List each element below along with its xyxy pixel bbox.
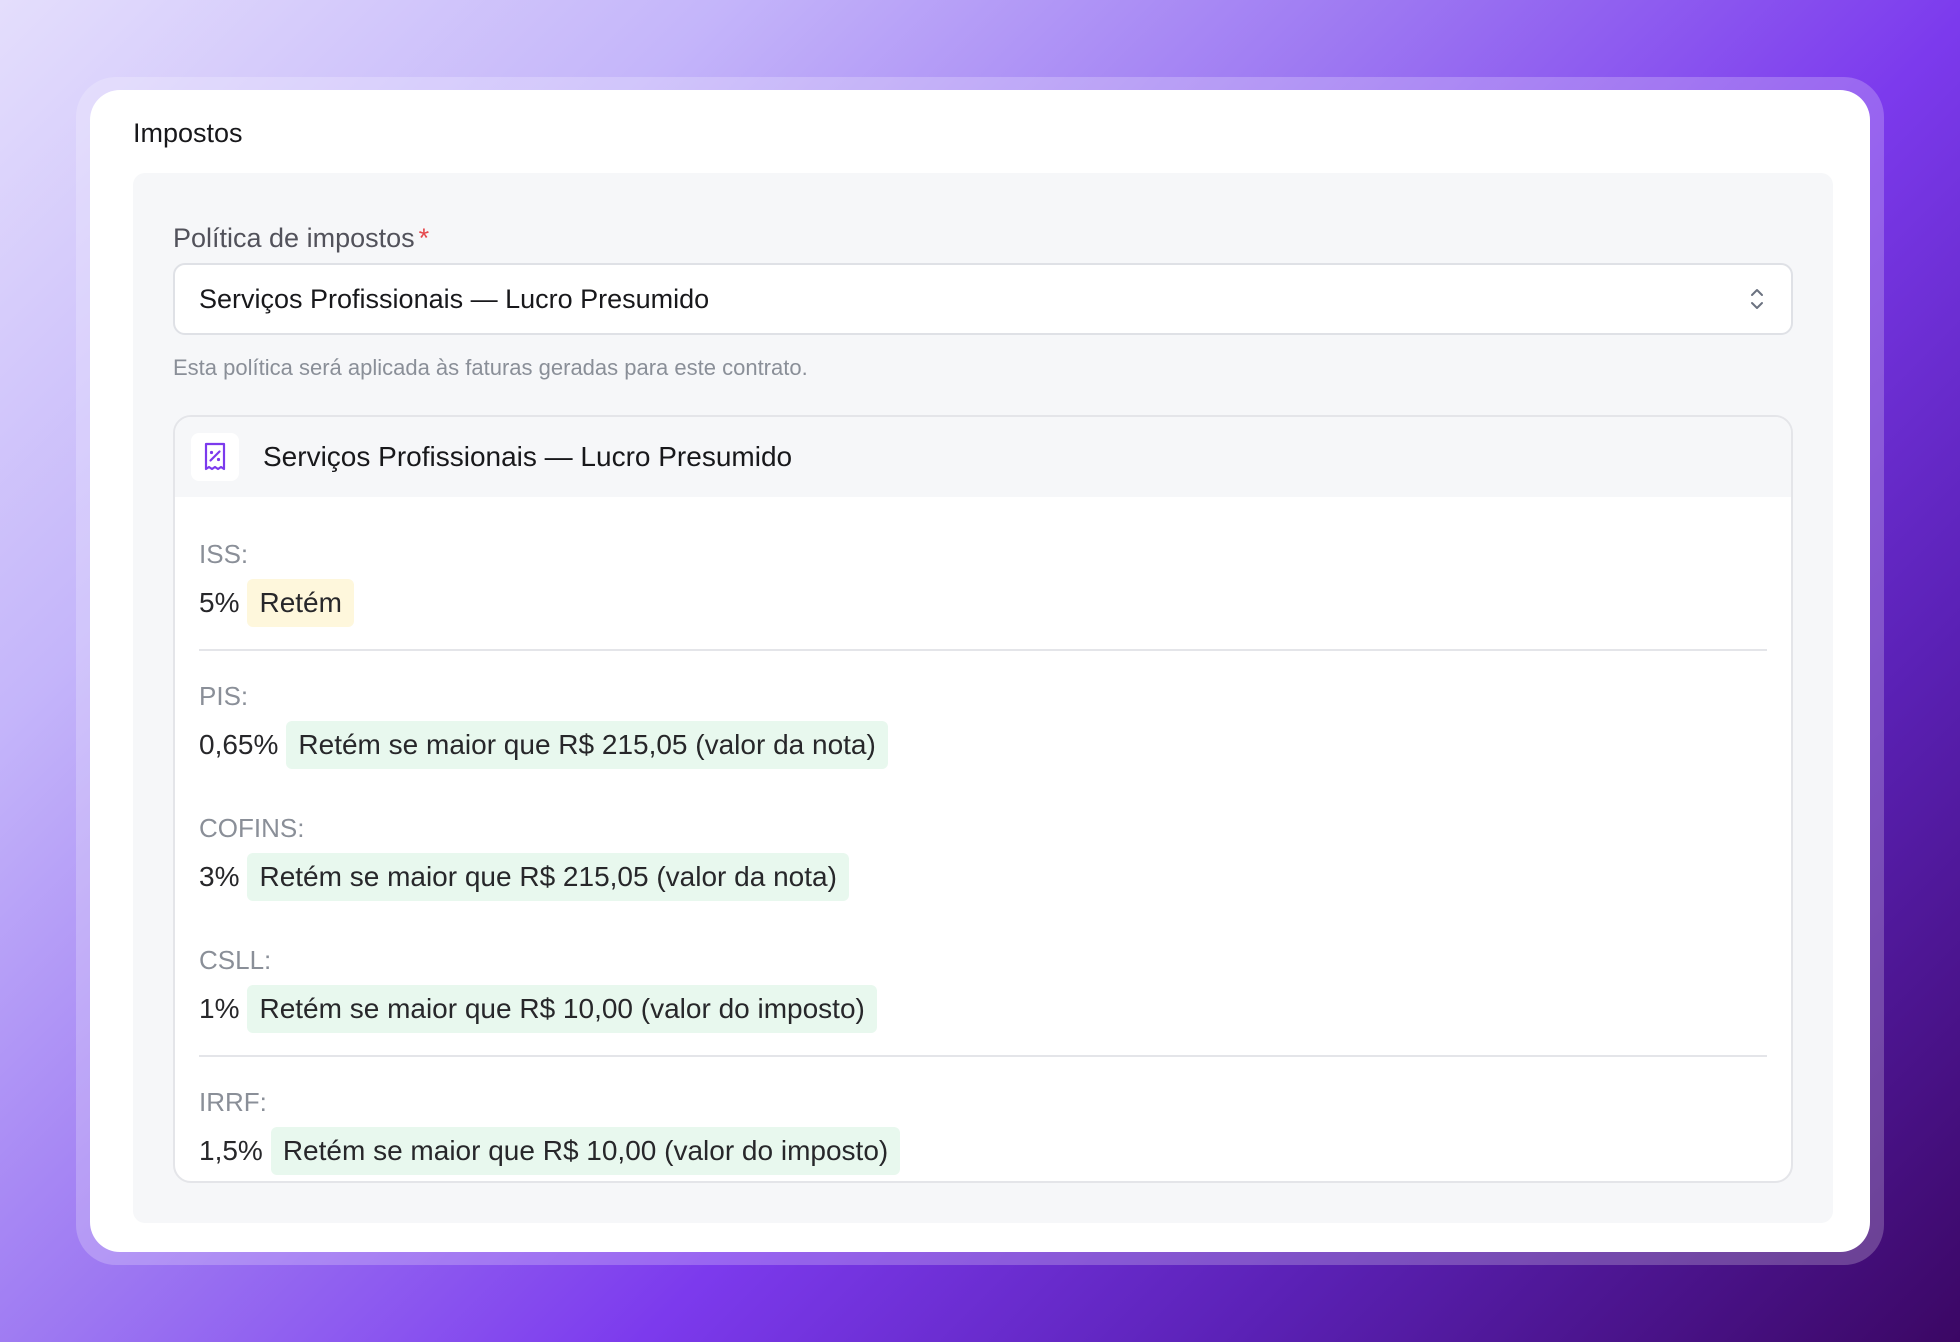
tax-item-cofins: COFINS: 3% Retém se maior que R$ 215,05 … — [199, 769, 1767, 901]
tax-item-pis: PIS: 0,65% Retém se maior que R$ 215,05 … — [199, 651, 1767, 769]
tax-name: PIS: — [199, 681, 249, 711]
tax-item-csll: CSLL: 1% Retém se maior que R$ 10,00 (va… — [199, 901, 1767, 1057]
withholding-badge: Retém se maior que R$ 215,05 (valor da n… — [247, 853, 849, 901]
tax-line: 1,5% Retém se maior que R$ 10,00 (valor … — [199, 1127, 1767, 1175]
section-title: Impostos — [133, 118, 243, 148]
policy-summary-header: Serviços Profissionais — Lucro Presumido — [175, 417, 1791, 497]
tax-policy-select-value: Serviços Profissionais — Lucro Presumido — [199, 283, 710, 314]
tax-line: 0,65% Retém se maior que R$ 215,05 (valo… — [199, 721, 1767, 769]
chevron-up-down-icon — [1747, 283, 1767, 315]
field-label-text: Política de impostos — [173, 223, 415, 253]
receipt-percent-icon — [191, 433, 239, 481]
policy-summary-title: Serviços Profissionais — Lucro Presumido — [263, 441, 793, 472]
tax-rate: 1% — [199, 993, 240, 1024]
tax-policy-panel: Política de impostos * Serviços Profissio… — [133, 173, 1833, 1223]
tax-line: 3% Retém se maior que R$ 215,05 (valor d… — [199, 853, 1767, 901]
tax-policy-select[interactable]: Serviços Profissionais — Lucro Presumido — [173, 263, 1793, 335]
tax-name: ISS: — [199, 539, 249, 569]
field-helper-text: Esta política será aplicada às faturas g… — [173, 355, 808, 380]
tax-name: IRRF: — [199, 1087, 267, 1117]
tax-rate: 0,65% — [199, 729, 279, 760]
tax-item-irrf: IRRF: 1,5% Retém se maior que R$ 10,00 (… — [199, 1057, 1767, 1175]
field-label: Política de impostos * — [173, 223, 429, 254]
policy-summary-card: Serviços Profissionais — Lucro Presumido… — [173, 415, 1793, 1183]
required-mark: * — [418, 223, 430, 253]
tax-item-iss: ISS: 5% Retém — [199, 497, 1767, 651]
tax-list: ISS: 5% Retém PIS: 0,65% Retém se maior … — [175, 497, 1791, 1175]
tax-name: CSLL: — [199, 945, 272, 975]
tax-rate: 5% — [199, 587, 240, 618]
tax-line: 1% Retém se maior que R$ 10,00 (valor do… — [199, 985, 1767, 1033]
taxes-card: Impostos Política de impostos * Serviços … — [90, 90, 1870, 1252]
tax-name: COFINS: — [199, 813, 305, 843]
tax-rate: 3% — [199, 861, 240, 892]
tax-line: 5% Retém — [199, 579, 1767, 627]
withholding-badge: Retém se maior que R$ 215,05 (valor da n… — [286, 721, 888, 769]
tax-rate: 1,5% — [199, 1135, 263, 1166]
withholding-badge: Retém se maior que R$ 10,00 (valor do im… — [270, 1127, 901, 1175]
withholding-badge: Retém se maior que R$ 10,00 (valor do im… — [247, 985, 877, 1033]
withholding-badge: Retém — [247, 579, 354, 627]
